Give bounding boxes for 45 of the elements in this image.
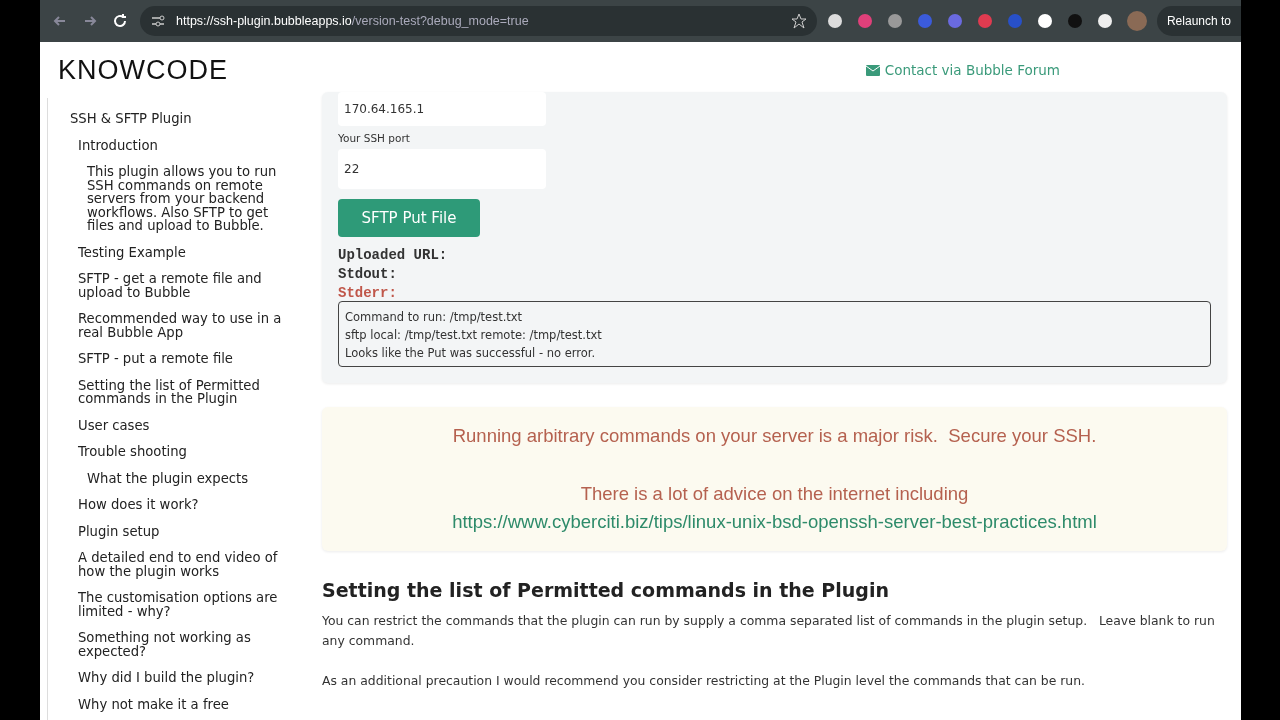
- field-label: Your SSH port: [338, 132, 410, 144]
- log-line: sftp local: /tmp/test.txt remote: /tmp/test.txt: [345, 328, 603, 342]
- extension-icon[interactable]: [826, 13, 843, 29]
- envelope-icon: [865, 64, 880, 76]
- sidebar-item[interactable]: Setting the list of Permitted commands in the Plugin: [70, 378, 290, 406]
- star-icon[interactable]: [790, 13, 807, 29]
- sidebar-item[interactable]: SFTP - put a remote file: [70, 352, 290, 366]
- port-field[interactable]: 22: [338, 149, 546, 189]
- output-label: Stderr:: [338, 285, 398, 301]
- extension-icon[interactable]: [1036, 13, 1053, 29]
- warning-text: There is a lot of advice on the internet including: [580, 483, 969, 505]
- paragraph: You can restrict the commands that the plugin can run by supply a comma separated list of commands in the plugin setup. Leave blank to run any command.: [322, 612, 1216, 650]
- sidebar-item[interactable]: Recommended way to use in a real Bubble App: [70, 312, 290, 339]
- host-field[interactable]: 170.64.165.1: [338, 92, 546, 126]
- sidebar-item[interactable]: The customisation options are limited - why?: [70, 591, 290, 618]
- sidebar-item[interactable]: What the plugin expects: [70, 471, 290, 485]
- sidebar-item[interactable]: Testing Example: [70, 245, 290, 259]
- site-settings-icon[interactable]: [150, 13, 166, 29]
- address-bar[interactable]: https://ssh-plugin.bubbleapps.io/version-test?debug_mode=true: [140, 6, 817, 36]
- logo: KNOWCODE: [58, 54, 228, 86]
- sidebar-item[interactable]: How does it work?: [70, 498, 290, 512]
- sidebar-item[interactable]: A detailed end to end video of how the plugin works: [70, 551, 290, 578]
- log-line: Command to run: /tmp/test.txt: [345, 310, 524, 324]
- paragraph: As an additional precaution I would recommend you consider restricting at the Plugin level the commands that can be run.: [322, 672, 1086, 690]
- sidebar-item[interactable]: User cases: [70, 418, 290, 432]
- sidebar-item[interactable]: Something not working as expected?: [70, 631, 290, 658]
- warning-text: Running arbitrary commands on your server is a major risk. Secure your SSH.: [452, 425, 1097, 447]
- sidebar-item[interactable]: Plugin setup: [70, 524, 290, 538]
- avatar-icon[interactable]: [1126, 11, 1147, 31]
- extension-icon[interactable]: [1096, 13, 1113, 29]
- sidebar-item[interactable]: Why did I build the plugin?: [70, 671, 290, 685]
- section-heading: Setting the list of Permitted commands in the Plugin: [322, 579, 890, 601]
- sidebar-item[interactable]: This plugin allows you to run SSH commands on remote servers from your backend workflows. Also SFTP to get files and upload to Bubble.: [70, 165, 290, 233]
- log-line: Looks like the Put was successful - no error.: [345, 346, 597, 360]
- output-label: Uploaded URL:: [338, 247, 449, 263]
- sidebar-item[interactable]: Introduction: [70, 138, 290, 152]
- advice-link[interactable]: https://www.cyberciti.biz/tips/linux-unix-bsd-openssh-server-best-practices.html: [452, 511, 1097, 533]
- relaunch-button[interactable]: Relaunch to: [1156, 6, 1241, 36]
- sidebar-item[interactable]: SSH & SFTP Plugin: [70, 112, 290, 126]
- contact-link[interactable]: Contact via Bubble Forum: [865, 62, 1060, 78]
- sidebar-item[interactable]: SFTP - get a remote file and upload to Bubble: [70, 272, 290, 299]
- sidebar-item[interactable]: Why not make it a free: [70, 697, 290, 711]
- output-label: Stdout:: [338, 266, 398, 282]
- url-text: https://ssh-plugin.bubbleapps.io/version-test?debug_mode=true: [176, 14, 530, 28]
- sidebar-item[interactable]: Trouble shooting: [70, 445, 290, 459]
